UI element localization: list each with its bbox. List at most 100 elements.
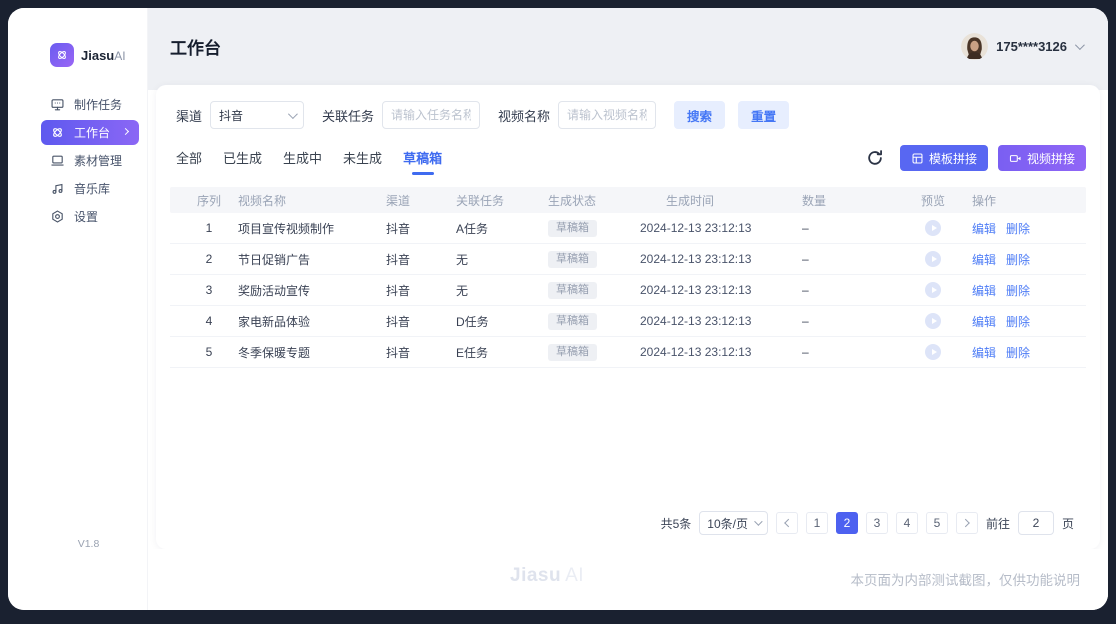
page-button-3[interactable]: 3 xyxy=(866,512,888,534)
delete-link[interactable]: 删除 xyxy=(1006,315,1030,329)
footer: JiasuAI 本页面为内部测试截图，仅供功能说明 xyxy=(148,549,1108,610)
edit-link[interactable]: 编辑 xyxy=(972,284,996,298)
sidebar: JiasuAI 制作任务 工作台 xyxy=(8,8,148,610)
tabs-row: 全部 已生成 生成中 未生成 草稿箱 xyxy=(176,145,1086,175)
status-badge: 草稿箱 xyxy=(548,344,597,361)
table-row: 2 节日促销广告 抖音 无 草稿箱 2024-12-13 23:12:13 – … xyxy=(170,244,1086,275)
play-icon[interactable] xyxy=(925,313,941,329)
cell-preview xyxy=(894,220,972,236)
video-splice-button[interactable]: 视频拼接 xyxy=(998,145,1086,171)
status-badge: 草稿箱 xyxy=(548,282,597,299)
page-button-4[interactable]: 4 xyxy=(896,512,918,534)
cell-channel: 抖音 xyxy=(386,220,456,237)
cell-operations: 编辑删除 xyxy=(972,313,1076,330)
cell-index: 2 xyxy=(180,252,238,266)
edit-link[interactable]: 编辑 xyxy=(972,315,996,329)
sidebar-item-materials[interactable]: 素材管理 xyxy=(41,148,139,173)
play-icon[interactable] xyxy=(925,251,941,267)
cell-video-name: 家电新品体验 xyxy=(238,313,386,330)
delete-link[interactable]: 删除 xyxy=(1006,284,1030,298)
cell-count: – xyxy=(802,314,894,328)
status-badge: 草稿箱 xyxy=(548,220,597,237)
chevron-right-icon xyxy=(122,128,129,135)
tab-generated[interactable]: 已生成 xyxy=(223,148,262,173)
page-button-1[interactable]: 1 xyxy=(806,512,828,534)
goto-suffix: 页 xyxy=(1062,515,1074,532)
col-count: 数量 xyxy=(802,192,894,209)
sidebar-item-make-tasks[interactable]: 制作任务 xyxy=(41,92,139,117)
cell-preview xyxy=(894,313,972,329)
template-splice-button[interactable]: 模板拼接 xyxy=(900,145,988,171)
cell-status: 草稿箱 xyxy=(548,251,640,268)
sidebar-item-label: 素材管理 xyxy=(74,152,122,169)
cell-channel: 抖音 xyxy=(386,344,456,361)
refresh-icon[interactable] xyxy=(866,149,884,167)
tab-all[interactable]: 全部 xyxy=(176,148,202,173)
cell-video-name: 项目宣传视频制作 xyxy=(238,220,386,237)
sidebar-item-label: 制作任务 xyxy=(74,96,122,113)
play-icon[interactable] xyxy=(925,344,941,360)
cell-operations: 编辑删除 xyxy=(972,220,1076,237)
delete-link[interactable]: 删除 xyxy=(1006,222,1030,236)
table-row: 5 冬季保暖专题 抖音 E任务 草稿箱 2024-12-13 23:12:13 … xyxy=(170,337,1086,368)
cell-index: 4 xyxy=(180,314,238,328)
video-name-input[interactable] xyxy=(558,101,656,129)
cell-preview xyxy=(894,251,972,267)
cell-video-name: 节日促销广告 xyxy=(238,251,386,268)
cell-channel: 抖音 xyxy=(386,251,456,268)
edit-link[interactable]: 编辑 xyxy=(972,346,996,360)
chevron-down-icon xyxy=(1075,40,1085,50)
user-menu[interactable]: 175****3126 xyxy=(961,33,1082,60)
cell-count: – xyxy=(802,252,894,266)
cell-operations: 编辑删除 xyxy=(972,251,1076,268)
brand-name: JiasuAI xyxy=(81,48,126,63)
cell-preview xyxy=(894,344,972,360)
cell-status: 草稿箱 xyxy=(548,282,640,299)
cell-time: 2024-12-13 23:12:13 xyxy=(640,221,802,235)
cell-status: 草稿箱 xyxy=(548,220,640,237)
cell-task: 无 xyxy=(456,282,548,299)
status-badge: 草稿箱 xyxy=(548,313,597,330)
delete-link[interactable]: 删除 xyxy=(1006,253,1030,267)
table-body: 1 项目宣传视频制作 抖音 A任务 草稿箱 2024-12-13 23:12:1… xyxy=(170,213,1086,368)
cell-index: 5 xyxy=(180,345,238,359)
cell-count: – xyxy=(802,221,894,235)
goto-page-input[interactable] xyxy=(1018,511,1054,535)
edit-link[interactable]: 编辑 xyxy=(972,222,996,236)
cell-index: 1 xyxy=(180,221,238,235)
goto-label: 前往 xyxy=(986,515,1010,532)
table-row: 4 家电新品体验 抖音 D任务 草稿箱 2024-12-13 23:12:13 … xyxy=(170,306,1086,337)
page-button-2[interactable]: 2 xyxy=(836,512,858,534)
edit-link[interactable]: 编辑 xyxy=(972,253,996,267)
page-button-5[interactable]: 5 xyxy=(926,512,948,534)
sidebar-item-settings[interactable]: 设置 xyxy=(41,204,139,229)
sidebar-item-workbench[interactable]: 工作台 xyxy=(41,120,139,145)
channel-select[interactable]: 抖音 xyxy=(210,101,304,129)
task-name-input[interactable] xyxy=(382,101,480,129)
tab-generating[interactable]: 生成中 xyxy=(283,148,322,173)
disclaimer-text: 本页面为内部测试截图，仅供功能说明 xyxy=(851,569,1081,589)
content-panel: 渠道 抖音 关联任务 视频名称 搜索 重置 全部 已生成 生成中 xyxy=(156,85,1100,549)
play-icon[interactable] xyxy=(925,220,941,236)
pagination-total: 共5条 xyxy=(661,515,692,532)
reset-button[interactable]: 重置 xyxy=(738,101,789,129)
avatar xyxy=(961,33,988,60)
tab-drafts[interactable]: 草稿箱 xyxy=(403,148,442,173)
workspace: 渠道 抖音 关联任务 视频名称 搜索 重置 全部 已生成 生成中 xyxy=(148,85,1108,549)
next-page-button[interactable] xyxy=(956,512,978,534)
tab-not-generated[interactable]: 未生成 xyxy=(343,148,382,173)
table-header-row: 序列 视频名称 渠道 关联任务 生成状态 生成时间 数量 预览 操作 xyxy=(170,187,1086,213)
col-operations: 操作 xyxy=(972,192,1076,209)
video-table: 序列 视频名称 渠道 关联任务 生成状态 生成时间 数量 预览 操作 1 项目宣 xyxy=(170,187,1086,368)
cell-operations: 编辑删除 xyxy=(972,282,1076,299)
prev-page-button[interactable] xyxy=(776,512,798,534)
play-icon[interactable] xyxy=(925,282,941,298)
topbar: 工作台 175****3126 xyxy=(148,8,1108,85)
search-button[interactable]: 搜索 xyxy=(674,101,725,129)
filter-bar: 渠道 抖音 关联任务 视频名称 搜索 重置 xyxy=(176,101,1086,129)
sidebar-item-music-library[interactable]: 音乐库 xyxy=(41,176,139,201)
delete-link[interactable]: 删除 xyxy=(1006,346,1030,360)
tab-actions: 模板拼接 视频拼接 xyxy=(866,145,1086,175)
page-size-select[interactable]: 10条/页 xyxy=(699,511,768,535)
cell-count: – xyxy=(802,283,894,297)
